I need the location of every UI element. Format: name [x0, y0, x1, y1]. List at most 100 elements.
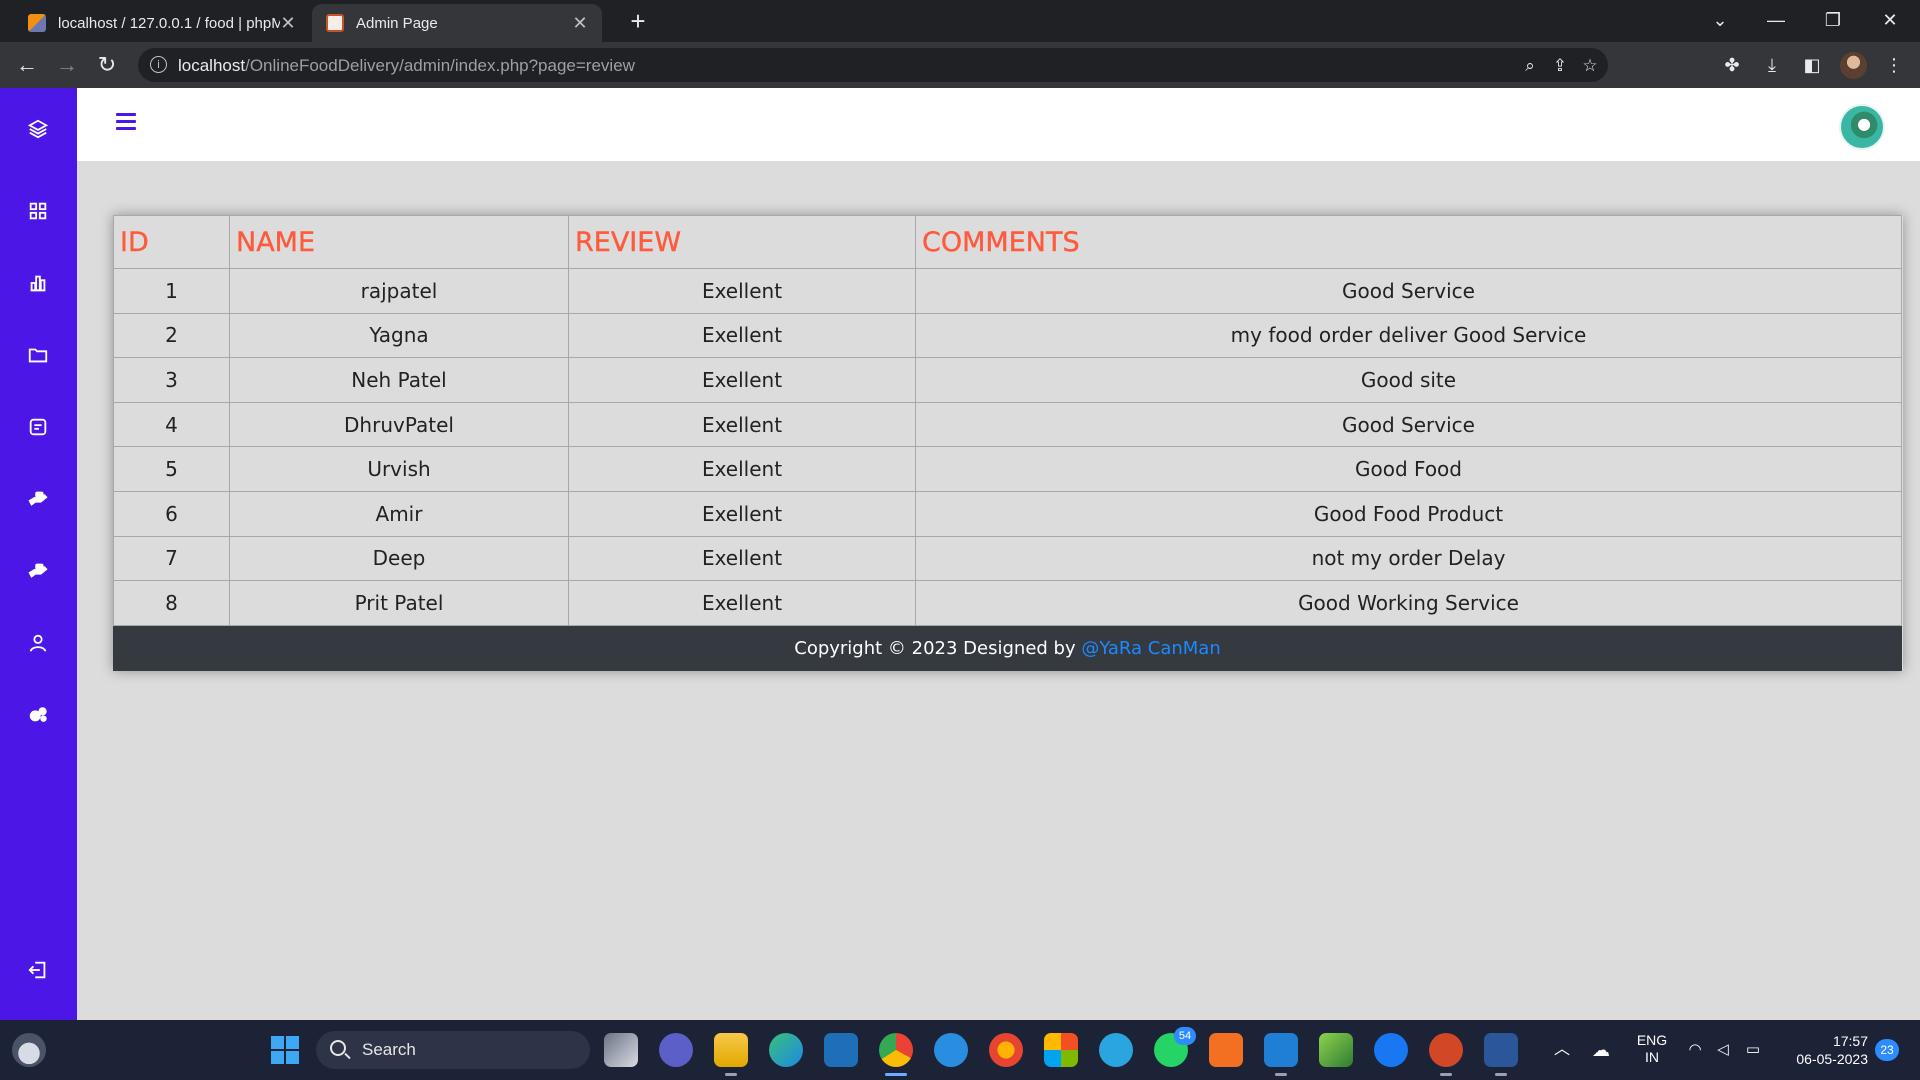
designer-link[interactable]: @YaRa CanMan	[1081, 638, 1220, 659]
microsoft-store-icon[interactable]	[1044, 1033, 1078, 1067]
cell-review: Exellent	[568, 268, 916, 314]
file-explorer-icon[interactable]	[714, 1033, 748, 1076]
download-icon[interactable]: ⤓	[1756, 49, 1788, 81]
table-row: 6 Amir Exellent Good Food Product	[113, 490, 1902, 537]
language-label: ENG	[1636, 1032, 1668, 1048]
menu-kebab-icon[interactable]: ⋮	[1878, 49, 1910, 81]
search-label: Search	[362, 1040, 416, 1059]
delivery-hand-icon[interactable]	[24, 485, 52, 513]
tab-admin-page[interactable]: Admin Page ✕	[312, 4, 602, 42]
new-tab-button[interactable]: +	[624, 6, 652, 36]
cell-review: Exellent	[568, 312, 916, 359]
firefox-icon[interactable]	[989, 1033, 1023, 1067]
table-row: 3 Neh Patel Exellent Good site	[113, 357, 1902, 403]
cell-review: Exellent	[568, 580, 916, 626]
minimize-button[interactable]: —	[1756, 6, 1796, 34]
cell-comments: Good Service	[915, 401, 1902, 448]
layers-icon[interactable]	[24, 115, 52, 143]
chrome-icon[interactable]	[879, 1033, 913, 1076]
show-hidden-icons-chevron-icon[interactable]: ︿	[1550, 1020, 1574, 1080]
teams-chat-icon[interactable]	[659, 1033, 693, 1067]
cell-id: 3	[113, 357, 230, 403]
menu-toggle-icon[interactable]	[116, 113, 136, 130]
bar-chart-icon[interactable]	[24, 269, 52, 297]
search-icon	[330, 1040, 346, 1056]
column-header-name: NAME	[229, 215, 569, 269]
cell-id: 7	[113, 535, 230, 582]
tab-title: Admin Page	[356, 14, 438, 32]
cell-name: Amir	[229, 490, 569, 537]
main-content: ID NAME REVIEW COMMENTS 1 rajpatel Exell…	[77, 161, 1920, 1020]
wifi-icon[interactable]: ◠	[1684, 1020, 1706, 1080]
page-footer: Copyright © 2023 Designed by @YaRa CanMa…	[113, 625, 1902, 671]
region-label: IN	[1645, 1049, 1659, 1065]
start-windows-icon[interactable]	[268, 1033, 302, 1067]
cell-comments: Good site	[915, 357, 1902, 403]
battery-icon[interactable]: ▭	[1740, 1020, 1766, 1080]
language-indicator[interactable]: ENG IN	[1630, 1020, 1674, 1080]
clock-date: 06-05-2023	[1796, 1051, 1868, 1067]
taskbar-search-input[interactable]: Search	[316, 1031, 590, 1069]
help-icon[interactable]	[934, 1033, 968, 1067]
cell-review: Exellent	[568, 357, 916, 403]
close-window-button[interactable]: ✕	[1870, 6, 1910, 34]
word-icon[interactable]	[1484, 1033, 1518, 1076]
xampp-icon[interactable]	[1209, 1033, 1243, 1067]
mysql-workbench-icon[interactable]	[824, 1033, 858, 1067]
column-header-review: REVIEW	[568, 215, 916, 269]
tab-search-chevron-icon[interactable]: ⌄	[1700, 6, 1740, 34]
cell-review: Exellent	[568, 401, 916, 448]
whatsapp-icon[interactable]: 54	[1154, 1027, 1196, 1067]
dashboard-grid-icon[interactable]	[24, 197, 52, 225]
telegram-icon[interactable]	[1099, 1033, 1133, 1067]
clock[interactable]: 17:57 06-05-2023	[1776, 1020, 1868, 1080]
restore-button[interactable]: ❐	[1813, 6, 1853, 34]
extensions-icon[interactable]: ✤	[1716, 49, 1748, 81]
zoom-icon[interactable]: ⌕	[1520, 56, 1540, 76]
admin-avatar[interactable]	[1839, 104, 1885, 150]
browser-toolbar: ← → ↻ i localhost/OnlineFoodDelivery/adm…	[0, 42, 1920, 88]
side-panel-icon[interactable]: ◧	[1796, 49, 1828, 81]
reviews-card: ID NAME REVIEW COMMENTS 1 rajpatel Exell…	[113, 215, 1903, 671]
folder-icon[interactable]	[24, 341, 52, 369]
table-row: 5 Urvish Exellent Good Food	[113, 446, 1902, 492]
onedrive-cloud-icon[interactable]: ☁	[1588, 1020, 1614, 1080]
address-bar[interactable]: i localhost/OnlineFoodDelivery/admin/ind…	[138, 48, 1608, 82]
whatsapp-badge: 54	[1174, 1027, 1196, 1045]
edge-browser-icon[interactable]	[769, 1033, 803, 1067]
forward-button[interactable]: →	[51, 49, 83, 81]
user-icon[interactable]	[24, 629, 52, 657]
column-header-comments: COMMENTS	[915, 215, 1902, 269]
notepad-icon[interactable]	[1319, 1033, 1353, 1067]
site-info-icon[interactable]: i	[150, 56, 167, 73]
close-icon[interactable]: ✕	[572, 13, 588, 34]
cell-review: Exellent	[568, 490, 916, 537]
back-button[interactable]: ←	[11, 49, 43, 81]
cell-name: Neh Patel	[229, 357, 569, 403]
weather-widget-icon[interactable]	[12, 1033, 46, 1067]
cell-id: 2	[113, 312, 230, 359]
url-text[interactable]: localhost/OnlineFoodDelivery/admin/index…	[178, 56, 635, 76]
share-icon[interactable]: ⇪	[1550, 56, 1570, 76]
cell-comments: Good Service	[915, 268, 1902, 314]
bookmark-star-icon[interactable]: ☆	[1580, 56, 1600, 76]
close-icon[interactable]: ✕	[280, 13, 296, 34]
notification-count-badge[interactable]: 23	[1875, 1039, 1899, 1061]
message-icon[interactable]	[24, 413, 52, 441]
delivery-hand-icon[interactable]	[24, 557, 52, 585]
settings-gears-icon[interactable]	[24, 701, 52, 729]
reload-button[interactable]: ↻	[91, 49, 123, 81]
volume-icon[interactable]: ◁	[1712, 1020, 1734, 1080]
cell-name: Deep	[229, 535, 569, 582]
profile-avatar[interactable]	[1840, 52, 1867, 79]
cell-comments: my food order deliver Good Service	[915, 312, 1902, 359]
tab-title: localhost / 127.0.0.1 / food | phpMyAdmi…	[58, 14, 280, 32]
task-view-icon[interactable]	[604, 1033, 638, 1067]
tab-phpmyadmin[interactable]: localhost / 127.0.0.1 / food | phpMyAdmi…	[14, 4, 310, 42]
facebook-icon[interactable]	[1374, 1033, 1408, 1067]
reviews-table: ID NAME REVIEW COMMENTS 1 rajpatel Exell…	[113, 215, 1902, 626]
powerpoint-icon[interactable]	[1429, 1033, 1463, 1076]
vscode-icon[interactable]	[1264, 1033, 1298, 1076]
cell-name: Prit Patel	[229, 580, 569, 626]
logout-icon[interactable]	[24, 956, 52, 984]
